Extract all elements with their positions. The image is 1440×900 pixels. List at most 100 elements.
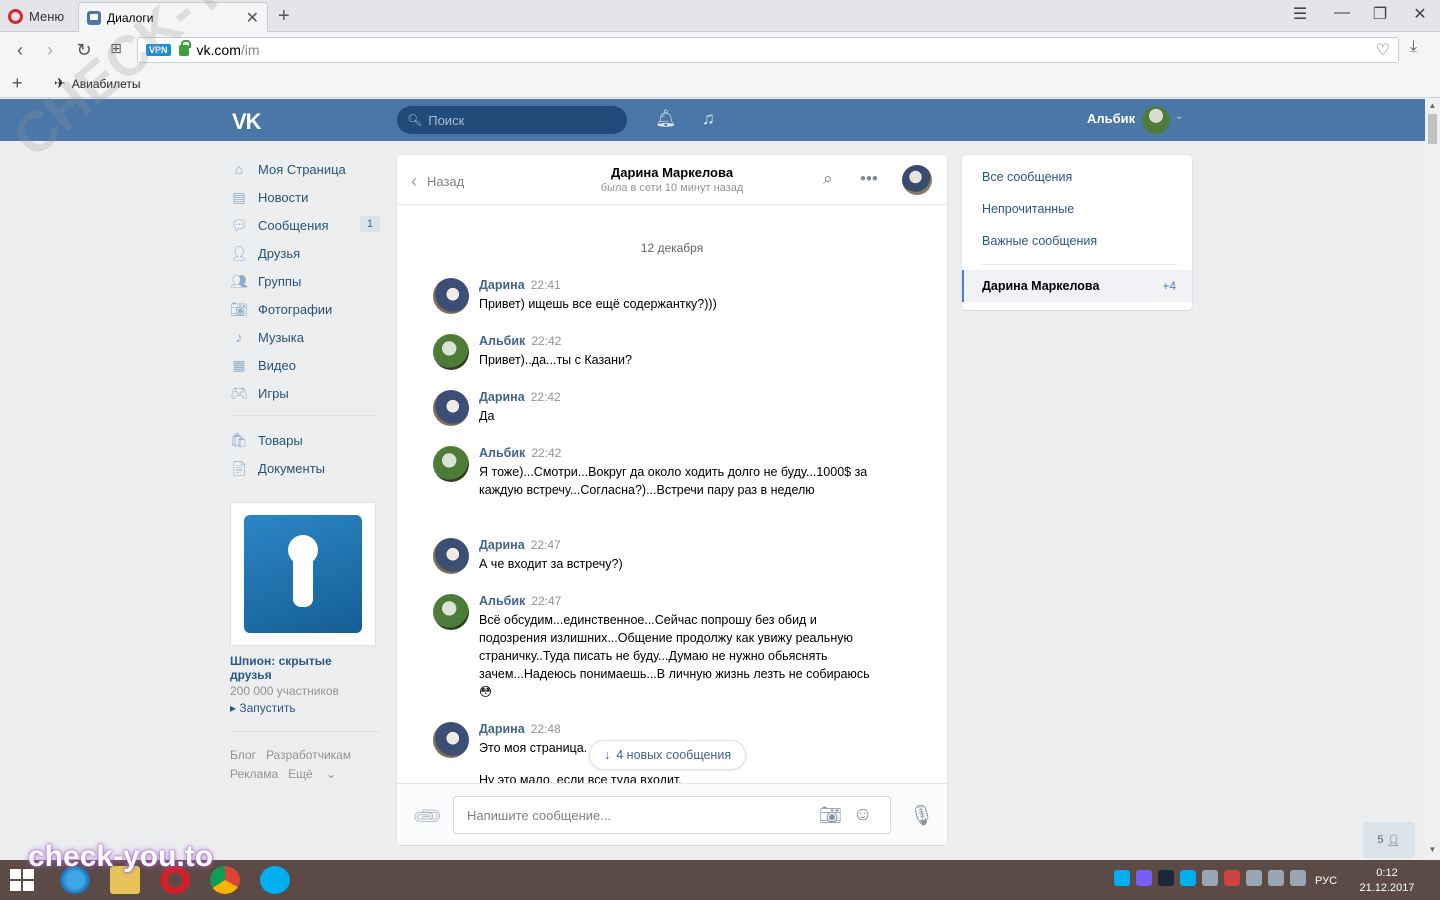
header-user-name[interactable]: Альбик bbox=[1087, 111, 1135, 126]
keyboard-language[interactable]: РУС bbox=[1315, 875, 1337, 887]
message-list[interactable]: 12 декабря Дарина 22:41 Привет) ищешь все… bbox=[397, 206, 947, 783]
author-avatar[interactable] bbox=[433, 446, 469, 482]
volume-tray-icon[interactable] bbox=[1290, 870, 1306, 886]
music-note-icon[interactable]: ♫ bbox=[702, 109, 715, 129]
more-options-icon[interactable]: ••• bbox=[860, 169, 878, 189]
footer-link-blog[interactable]: Блог bbox=[230, 748, 256, 762]
search-icon: 🔍︎ bbox=[407, 113, 423, 127]
footer-link-more[interactable]: Ещё ⌄ bbox=[288, 767, 336, 781]
tab-close-icon[interactable]: ✕ bbox=[246, 8, 259, 28]
ad-launch-link[interactable]: ▸ Запустить bbox=[230, 701, 376, 715]
network-tray-icon[interactable] bbox=[1202, 870, 1218, 886]
messages-count-badge: 1 bbox=[359, 216, 380, 232]
author-avatar[interactable] bbox=[433, 538, 469, 574]
news-icon: ▤ bbox=[232, 188, 246, 205]
message-author[interactable]: Дарина 22:48 bbox=[479, 722, 561, 736]
page-scrollbar[interactable]: ▲ ▼ bbox=[1425, 99, 1440, 859]
skype-icon[interactable] bbox=[260, 866, 290, 894]
message-author[interactable]: Дарина 22:42 bbox=[479, 390, 561, 404]
active-dialog-item[interactable]: Дарина Маркелова +4 bbox=[962, 270, 1192, 302]
tab-menu-icon[interactable]: ☰ bbox=[1288, 4, 1312, 24]
bell-icon[interactable]: 🔔︎ bbox=[655, 109, 677, 129]
menu-item-photos[interactable]: 📷︎ Фотографии bbox=[230, 295, 380, 323]
new-messages-button[interactable]: ↓ 4 новых сообщения bbox=[589, 740, 747, 770]
security-tray-icon[interactable] bbox=[1224, 870, 1240, 886]
paperclip-icon[interactable]: 📎︎ bbox=[410, 799, 446, 835]
search-input[interactable]: 🔍︎ Поиск bbox=[397, 106, 627, 134]
message-author[interactable]: Альбик 22:42 bbox=[479, 334, 561, 348]
chat-header: ‹ Назад Дарина Маркелова была в сети 10 м… bbox=[397, 155, 947, 205]
display-tray-icon[interactable] bbox=[1268, 870, 1284, 886]
author-avatar[interactable] bbox=[433, 334, 469, 370]
ad-title[interactable]: Шпион: скрытые друзья bbox=[230, 654, 376, 682]
viber-tray-icon[interactable] bbox=[1136, 870, 1152, 886]
minimize-icon[interactable]: — bbox=[1330, 4, 1354, 22]
back-nav-icon[interactable]: ‹ bbox=[10, 40, 30, 61]
filter-all-messages[interactable]: Все сообщения bbox=[982, 170, 1072, 184]
download-icon[interactable]: ⤓ bbox=[1410, 38, 1417, 56]
footer-link-dev[interactable]: Разработчикам bbox=[266, 748, 351, 762]
menu-item-games[interactable]: 🎮︎ Игры bbox=[230, 379, 380, 407]
author-avatar[interactable] bbox=[433, 390, 469, 426]
message-author[interactable]: Альбик 22:47 bbox=[479, 594, 561, 608]
peer-avatar[interactable] bbox=[902, 165, 932, 195]
bookmark-avia[interactable]: ✈ Авиабилеты bbox=[54, 75, 140, 92]
speed-dial-icon[interactable]: ⊞ bbox=[106, 40, 126, 57]
header-avatar[interactable] bbox=[1142, 106, 1170, 134]
vk-logo[interactable]: VK bbox=[232, 109, 262, 135]
menu-item-groups[interactable]: 👥︎ Группы bbox=[230, 267, 380, 295]
scroll-down-icon[interactable]: ▼ bbox=[1425, 845, 1440, 854]
close-window-icon[interactable]: ✕ bbox=[1408, 4, 1432, 24]
camera-icon[interactable]: 📷︎ bbox=[819, 805, 842, 826]
menu-item-video[interactable]: ▦ Видео bbox=[230, 351, 380, 379]
tab-dialogs[interactable]: Диалоги ✕ bbox=[78, 2, 268, 32]
chat-panel: ‹ Назад Дарина Маркелова была в сети 10 м… bbox=[397, 155, 947, 845]
author-name: Дарина bbox=[479, 390, 525, 404]
restore-icon[interactable]: ❐ bbox=[1368, 4, 1392, 24]
skype-tray-icon[interactable] bbox=[1114, 870, 1130, 886]
opera-menu-button[interactable]: Меню bbox=[8, 6, 64, 26]
message-author[interactable]: Дарина 22:41 bbox=[479, 278, 561, 292]
menu-item-messages[interactable]: 💬︎ Сообщения 1 bbox=[230, 211, 380, 239]
add-bookmark-icon[interactable]: + bbox=[12, 73, 23, 94]
goods-icon: 🛍︎ bbox=[230, 431, 248, 448]
author-avatar[interactable] bbox=[433, 278, 469, 314]
author-name: Альбик bbox=[479, 334, 526, 348]
skype2-tray-icon[interactable] bbox=[1180, 870, 1196, 886]
filter-important[interactable]: Важные сообщения bbox=[982, 234, 1097, 248]
menu-item-my-page[interactable]: ⌂ Моя Страница bbox=[230, 155, 380, 183]
author-avatar[interactable] bbox=[433, 722, 469, 758]
lock-icon[interactable] bbox=[178, 39, 191, 56]
vpn-badge[interactable]: VPN bbox=[146, 44, 171, 56]
scroll-up-icon[interactable]: ▲ bbox=[1425, 101, 1440, 110]
tools-tray-icon[interactable] bbox=[1246, 870, 1262, 886]
person-icon: 👤︎ bbox=[1386, 834, 1401, 847]
forward-nav-icon[interactable]: › bbox=[40, 40, 60, 61]
menu-item-goods[interactable]: 🛍︎ Товары bbox=[230, 426, 380, 454]
microphone-icon[interactable]: 🎙︎ bbox=[909, 803, 934, 828]
arrow-down-icon: ↓ bbox=[604, 748, 611, 762]
filter-unread[interactable]: Непрочитанные bbox=[982, 202, 1074, 216]
message-author[interactable]: Дарина 22:47 bbox=[479, 538, 561, 552]
url-field[interactable]: VPN vk.com/im ♡ bbox=[137, 37, 1399, 63]
scroll-thumb[interactable] bbox=[1428, 114, 1437, 144]
search-icon[interactable]: ⌕ bbox=[823, 169, 833, 189]
message-author[interactable]: Альбик 22:42 bbox=[479, 446, 561, 460]
bookmark-heart-icon[interactable]: ♡ bbox=[1376, 40, 1390, 60]
chrome-icon[interactable] bbox=[210, 866, 240, 894]
online-friends-button[interactable]: 5 👤︎ bbox=[1363, 822, 1415, 858]
reload-icon[interactable]: ↻ bbox=[74, 40, 94, 61]
emoji-icon[interactable]: ☺ bbox=[853, 804, 872, 826]
message-text: А че входит за встречу?) bbox=[479, 557, 623, 571]
footer-link-ads[interactable]: Реклама bbox=[230, 767, 278, 781]
new-tab-button[interactable]: + bbox=[278, 5, 290, 28]
author-avatar[interactable] bbox=[433, 594, 469, 630]
menu-item-friends[interactable]: 👤︎ Друзья bbox=[230, 239, 380, 267]
ad-image[interactable] bbox=[230, 502, 376, 646]
menu-item-music[interactable]: ♪ Музыка bbox=[230, 323, 380, 351]
menu-item-news[interactable]: ▤ Новости bbox=[230, 183, 380, 211]
chevron-down-icon[interactable]: ⌄ bbox=[1175, 111, 1183, 122]
taskbar-clock[interactable]: 0:12 21.12.2017 bbox=[1352, 866, 1422, 896]
menu-item-docs[interactable]: 📄︎ Документы bbox=[230, 454, 380, 482]
steam-tray-icon[interactable] bbox=[1158, 870, 1174, 886]
